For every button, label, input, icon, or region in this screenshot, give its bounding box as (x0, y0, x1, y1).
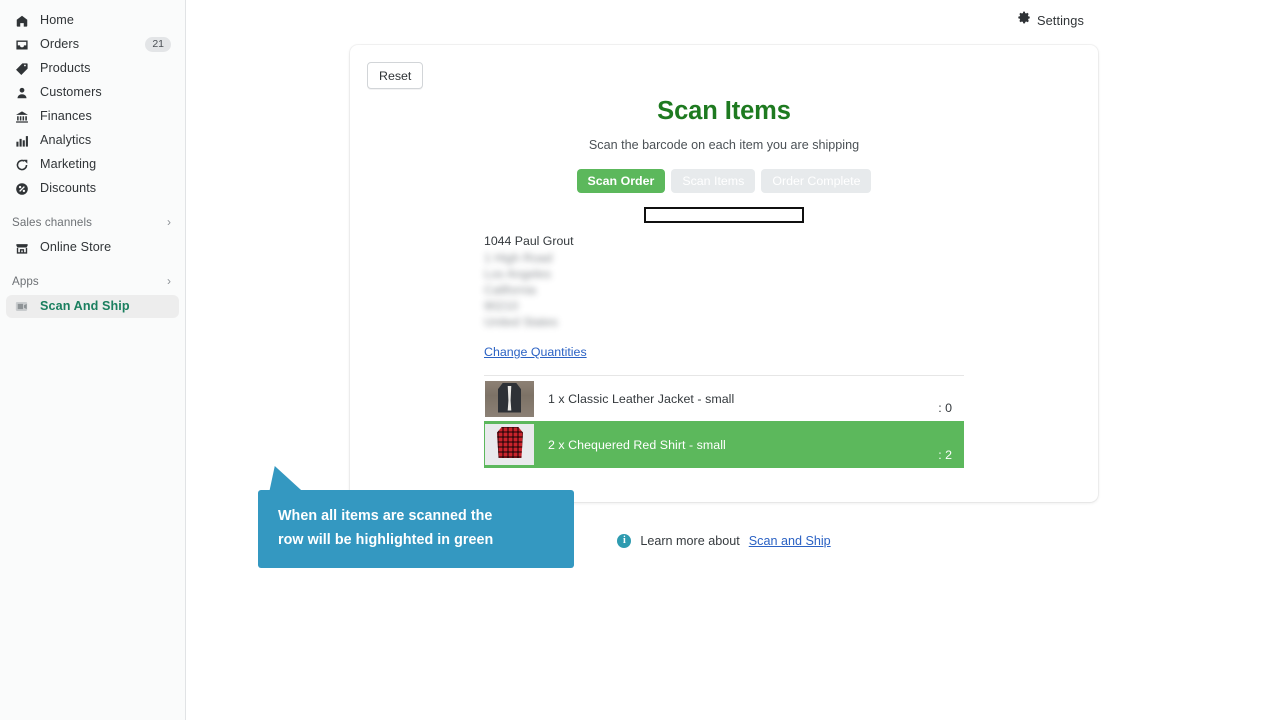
scan-item-list: 1 x Classic Leather Jacket - small : 0 2… (484, 375, 964, 468)
page-title: Scan Items (657, 97, 791, 125)
bar-chart-icon (12, 131, 31, 150)
sidebar-item-discounts[interactable]: Discounts (6, 177, 179, 200)
sidebar-item-label: Orders (40, 37, 80, 52)
jacket-thumbnail (485, 380, 534, 417)
item-scanned-count: : 0 (938, 401, 952, 415)
scan-ship-icon (12, 297, 31, 316)
sidebar-item-marketing[interactable]: Marketing (6, 153, 179, 176)
item-label: 2 x Chequered Red Shirt - small (548, 437, 726, 452)
sidebar-item-label: Home (40, 13, 74, 28)
bank-icon (12, 107, 31, 126)
sidebar-item-label: Online Store (40, 240, 112, 255)
sidebar-section-apps[interactable]: Apps › (6, 270, 179, 292)
barcode-input[interactable] (644, 207, 804, 223)
learn-more-text: Learn more about (640, 534, 740, 548)
megaphone-icon (12, 155, 31, 174)
store-icon (12, 238, 31, 257)
item-label: 1 x Classic Leather Jacket - small (548, 391, 735, 406)
sidebar-section-label: Apps (12, 274, 39, 288)
page-subtitle: Scan the barcode on each item you are sh… (588, 138, 860, 152)
settings-label: Settings (1036, 12, 1084, 28)
orders-count-badge: 21 (145, 36, 171, 53)
gear-icon (1018, 11, 1031, 29)
sidebar-item-label: Marketing (40, 157, 97, 172)
sidebar-item-online-store[interactable]: Online Store (6, 236, 179, 259)
person-icon (12, 83, 31, 102)
app-root: Home Orders 21 Products Customers Financ… (0, 0, 1280, 720)
order-customer-name: 1044 Paul Grout (484, 234, 574, 248)
callout-line-1: When all items are scanned the (278, 508, 493, 524)
sidebar-item-products[interactable]: Products (6, 57, 179, 80)
learn-more-row: i Learn more about Scan and Ship (350, 534, 1098, 548)
scan-items-button: Scan Items (671, 169, 756, 193)
sidebar-item-label: Analytics (40, 133, 92, 148)
sidebar: Home Orders 21 Products Customers Financ… (0, 0, 186, 720)
sidebar-item-finances[interactable]: Finances (6, 105, 179, 128)
chevron-right-icon[interactable]: › (167, 275, 171, 287)
sidebar-item-label: Finances (40, 109, 92, 124)
address-line: California (484, 283, 536, 297)
table-row[interactable]: 2 x Chequered Red Shirt - small : 2 (484, 421, 964, 468)
info-icon: i (617, 534, 632, 548)
sidebar-section-sales-channels[interactable]: Sales channels › (6, 211, 179, 233)
address-line: 90210 (484, 299, 519, 313)
table-row[interactable]: 1 x Classic Leather Jacket - small : 0 (484, 375, 964, 421)
address-line: Los Angeles (484, 267, 552, 281)
sidebar-item-label: Scan And Ship (40, 299, 130, 314)
address-line: 1 High Road (484, 251, 553, 265)
reset-button[interactable]: Reset (367, 62, 424, 89)
sidebar-item-analytics[interactable]: Analytics (6, 129, 179, 152)
home-icon (12, 11, 31, 30)
shirt-thumbnail (485, 424, 534, 465)
sidebar-item-scan-and-ship[interactable]: Scan And Ship (6, 295, 179, 318)
scan-and-ship-link[interactable]: Scan and Ship (749, 534, 831, 548)
settings-button[interactable]: Settings (1014, 9, 1088, 31)
callout-tooltip: When all items are scanned the row will … (258, 490, 574, 568)
barcode-input-wrapper (350, 207, 1098, 223)
item-scanned-count: : 2 (938, 448, 952, 462)
chevron-right-icon[interactable]: › (167, 216, 171, 228)
order-complete-button: Order Complete (761, 169, 872, 193)
scan-items-card: Reset Scan Items Scan the barcode on eac… (350, 45, 1098, 502)
scan-order-button[interactable]: Scan Order (576, 169, 666, 193)
tag-icon (12, 59, 31, 78)
address-line: United States (484, 315, 558, 329)
sidebar-item-label: Discounts (40, 181, 97, 196)
callout-tail (260, 466, 304, 492)
change-quantities-link[interactable]: Change Quantities (484, 345, 587, 359)
discount-icon (12, 179, 31, 198)
sidebar-item-orders[interactable]: Orders 21 (6, 33, 179, 56)
shipping-address: 1044 Paul Grout 1 High Road Los Angeles … (484, 233, 574, 330)
sidebar-section-label: Sales channels (12, 215, 93, 229)
sidebar-item-home[interactable]: Home (6, 9, 179, 32)
orders-icon (12, 35, 31, 54)
sidebar-item-customers[interactable]: Customers (6, 81, 179, 104)
step-buttons: Scan Order Scan Items Order Complete (350, 169, 1098, 193)
topbar: Settings (186, 0, 1280, 36)
sidebar-item-label: Products (40, 61, 91, 76)
sidebar-item-label: Customers (40, 85, 102, 100)
